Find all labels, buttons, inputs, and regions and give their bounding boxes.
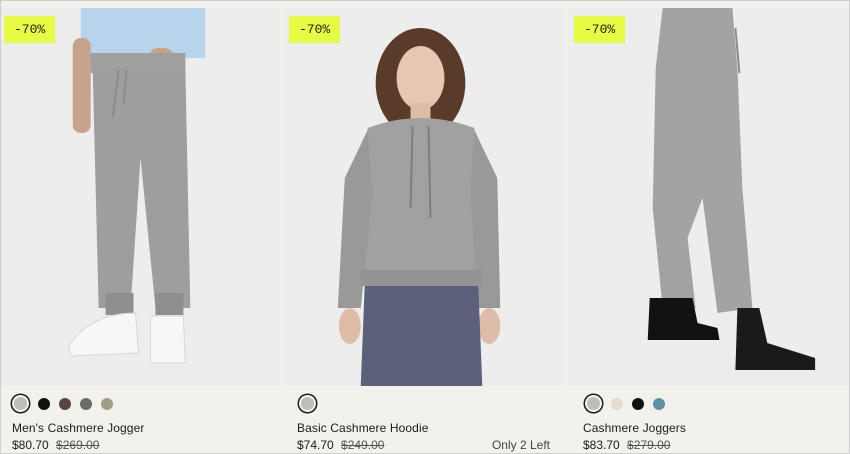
product-price: $83.70 $279.00 xyxy=(583,438,670,452)
discount-badge: -70% xyxy=(4,16,56,43)
color-swatch-selected[interactable] xyxy=(301,397,314,410)
color-swatch-selected[interactable] xyxy=(587,397,600,410)
original-price: $249.00 xyxy=(341,438,385,452)
color-swatches xyxy=(585,395,665,412)
original-price: $269.00 xyxy=(56,438,100,452)
original-price: $279.00 xyxy=(627,438,671,452)
color-swatch-selected[interactable] xyxy=(14,397,27,410)
color-swatch[interactable] xyxy=(632,397,644,410)
color-swatch[interactable] xyxy=(80,397,92,410)
stock-note: Only 2 Left xyxy=(491,438,550,452)
product-photo-jogger-women xyxy=(647,8,816,370)
product-photo-hoodie xyxy=(337,28,501,386)
product-card-cashmere-joggers[interactable]: -70% Cashmere Joggers $83.70 $279.00 xyxy=(568,0,849,454)
product-image[interactable]: -70% xyxy=(283,8,565,386)
product-name[interactable]: Basic Cashmere Hoodie xyxy=(297,421,429,435)
color-swatches xyxy=(299,395,316,412)
discount-badge: -70% xyxy=(289,16,341,43)
product-card-mens-cashmere-jogger[interactable]: -70% Men's Cashmere Jogger $80.70 $269.0… xyxy=(1,0,280,454)
product-grid: -70% Men's Cashmere Jogger $80.70 $269.0… xyxy=(1,0,849,454)
product-image[interactable]: -70% xyxy=(1,8,280,386)
product-name[interactable]: Men's Cashmere Jogger xyxy=(12,421,144,435)
color-swatch[interactable] xyxy=(611,397,623,410)
sale-price: $74.70 xyxy=(297,438,334,452)
sale-price: $80.70 xyxy=(12,438,49,452)
discount-badge: -70% xyxy=(574,16,626,43)
color-swatch[interactable] xyxy=(38,397,50,410)
product-image[interactable]: -70% xyxy=(568,8,849,386)
product-price: $74.70 $249.00 xyxy=(297,438,384,452)
product-price: $80.70 $269.00 xyxy=(12,438,99,452)
color-swatches xyxy=(12,395,113,412)
color-swatch[interactable] xyxy=(653,397,665,410)
product-photo-jogger-men xyxy=(68,8,206,364)
product-card-basic-cashmere-hoodie[interactable]: -70% Basic Cashmere Hoodie $74.70 $249.0… xyxy=(283,0,565,454)
color-swatch[interactable] xyxy=(59,397,71,410)
color-swatch[interactable] xyxy=(101,397,113,410)
product-name[interactable]: Cashmere Joggers xyxy=(583,421,686,435)
sale-price: $83.70 xyxy=(583,438,620,452)
